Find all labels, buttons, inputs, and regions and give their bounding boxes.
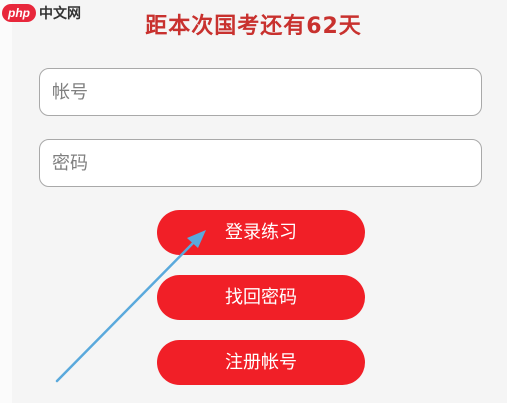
recover-password-button[interactable]: 找回密码: [157, 275, 365, 320]
login-practice-button[interactable]: 登录练习: [157, 210, 365, 255]
password-input[interactable]: [39, 139, 482, 187]
account-input[interactable]: [39, 68, 482, 116]
watermark-text: 中文网: [39, 6, 81, 22]
register-account-button[interactable]: 注册帐号: [157, 340, 365, 385]
php-logo: php: [2, 4, 36, 22]
site-watermark: php 中文网: [2, 3, 81, 23]
